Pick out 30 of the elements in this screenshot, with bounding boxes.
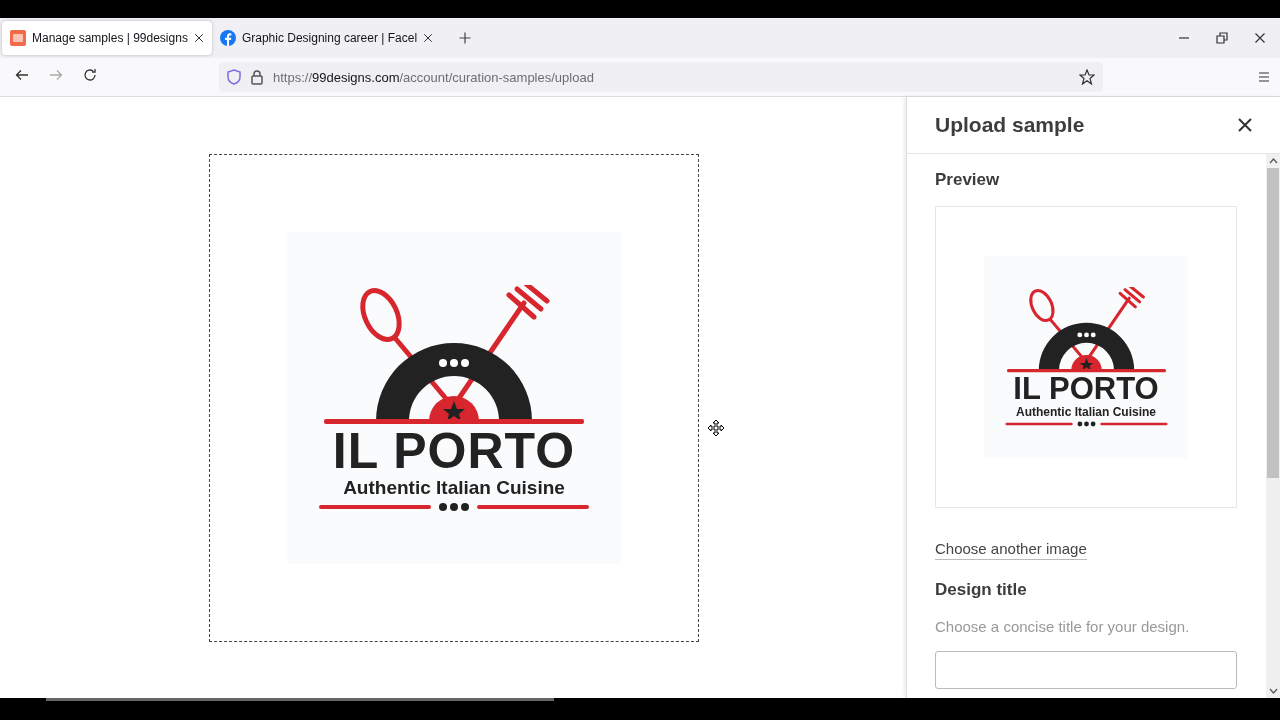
design-title-label: Design title [935,580,1028,600]
panel-title: Upload sample [935,113,1085,137]
logo-tagline: Authentic Italian Cuisine [343,476,565,499]
design-title-hint: Choose a concise title for your design. [935,618,1191,635]
menu-icon[interactable] [1258,71,1270,83]
browser-tab[interactable]: Graphic Designing career | Facel [211,21,442,55]
logo-name: IL PORTO [1013,373,1159,405]
reload-icon[interactable] [83,68,97,82]
close-icon[interactable] [1254,32,1266,44]
restore-icon[interactable] [1216,32,1228,44]
new-tab-icon[interactable] [459,31,472,44]
back-icon[interactable] [15,68,29,82]
image-crop-frame[interactable]: IL PORTO Authentic Italian Cuisine [209,154,699,642]
move-cursor-icon [707,419,725,437]
logo-tagline: Authentic Italian Cuisine [1016,405,1156,419]
browser-tab[interactable]: Manage samples | 99designs [2,21,212,55]
design-title-field[interactable] [935,651,1237,689]
facebook-icon [219,30,236,46]
lock-icon [251,69,263,85]
close-icon[interactable] [423,33,434,43]
preview-heading: Preview [935,170,1001,190]
url-text: https://99designs.com/account/curation-samples/upload [273,69,594,85]
close-icon[interactable] [1236,116,1254,134]
bookmark-star-icon[interactable] [1079,69,1095,85]
shield-icon [227,69,241,85]
logo-name: IL PORTO [332,424,576,477]
choose-image-link[interactable]: Choose another image [935,540,1087,560]
site-favicon-icon [10,30,26,46]
close-icon[interactable] [193,33,204,43]
address-bar[interactable]: https://99designs.com/account/curation-samples/upload [219,62,1103,92]
